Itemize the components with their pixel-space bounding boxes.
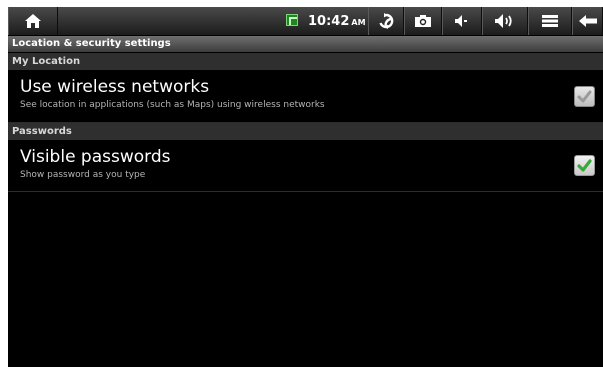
visible-passwords-checkbox[interactable] (574, 155, 595, 176)
pref-use-wireless-networks[interactable]: Use wireless networks See location in ap… (8, 70, 603, 123)
device-screen: 10:42 AM Location & security settings My… (8, 7, 603, 367)
pref-visible-passwords[interactable]: Visible passwords Show password as you t… (8, 140, 603, 192)
section-header-passwords: Passwords (8, 123, 603, 140)
home-icon (24, 13, 42, 29)
back-button[interactable] (572, 7, 603, 35)
pref-summary: Show password as you type (20, 170, 146, 180)
screenshot-button[interactable] (404, 7, 442, 35)
clock-ampm: AM (351, 18, 366, 27)
status-clock: 10:42 AM (308, 7, 366, 35)
clock-time: 10:42 (308, 13, 350, 29)
menu-icon (541, 14, 559, 28)
camera-icon (414, 14, 432, 28)
refresh-button[interactable] (368, 7, 404, 35)
page-title: Location & security settings (8, 36, 603, 52)
menu-button[interactable] (528, 7, 572, 35)
pref-title: Visible passwords (20, 147, 171, 167)
check-icon (577, 90, 592, 103)
volume-up-icon (494, 13, 516, 29)
wireless-networks-checkbox[interactable] (574, 86, 595, 107)
volume-down-button[interactable] (442, 7, 482, 35)
pref-summary: See location in applications (such as Ma… (20, 100, 325, 110)
home-button[interactable] (8, 7, 58, 35)
pref-title: Use wireless networks (20, 77, 210, 97)
refresh-icon (378, 13, 394, 29)
status-bar: 10:42 AM (8, 7, 603, 36)
battery-icon (286, 14, 298, 26)
volume-up-button[interactable] (482, 7, 528, 35)
section-header-my-location: My Location (8, 53, 603, 70)
volume-down-icon (454, 14, 470, 28)
back-icon (578, 14, 598, 28)
check-icon (577, 159, 592, 172)
